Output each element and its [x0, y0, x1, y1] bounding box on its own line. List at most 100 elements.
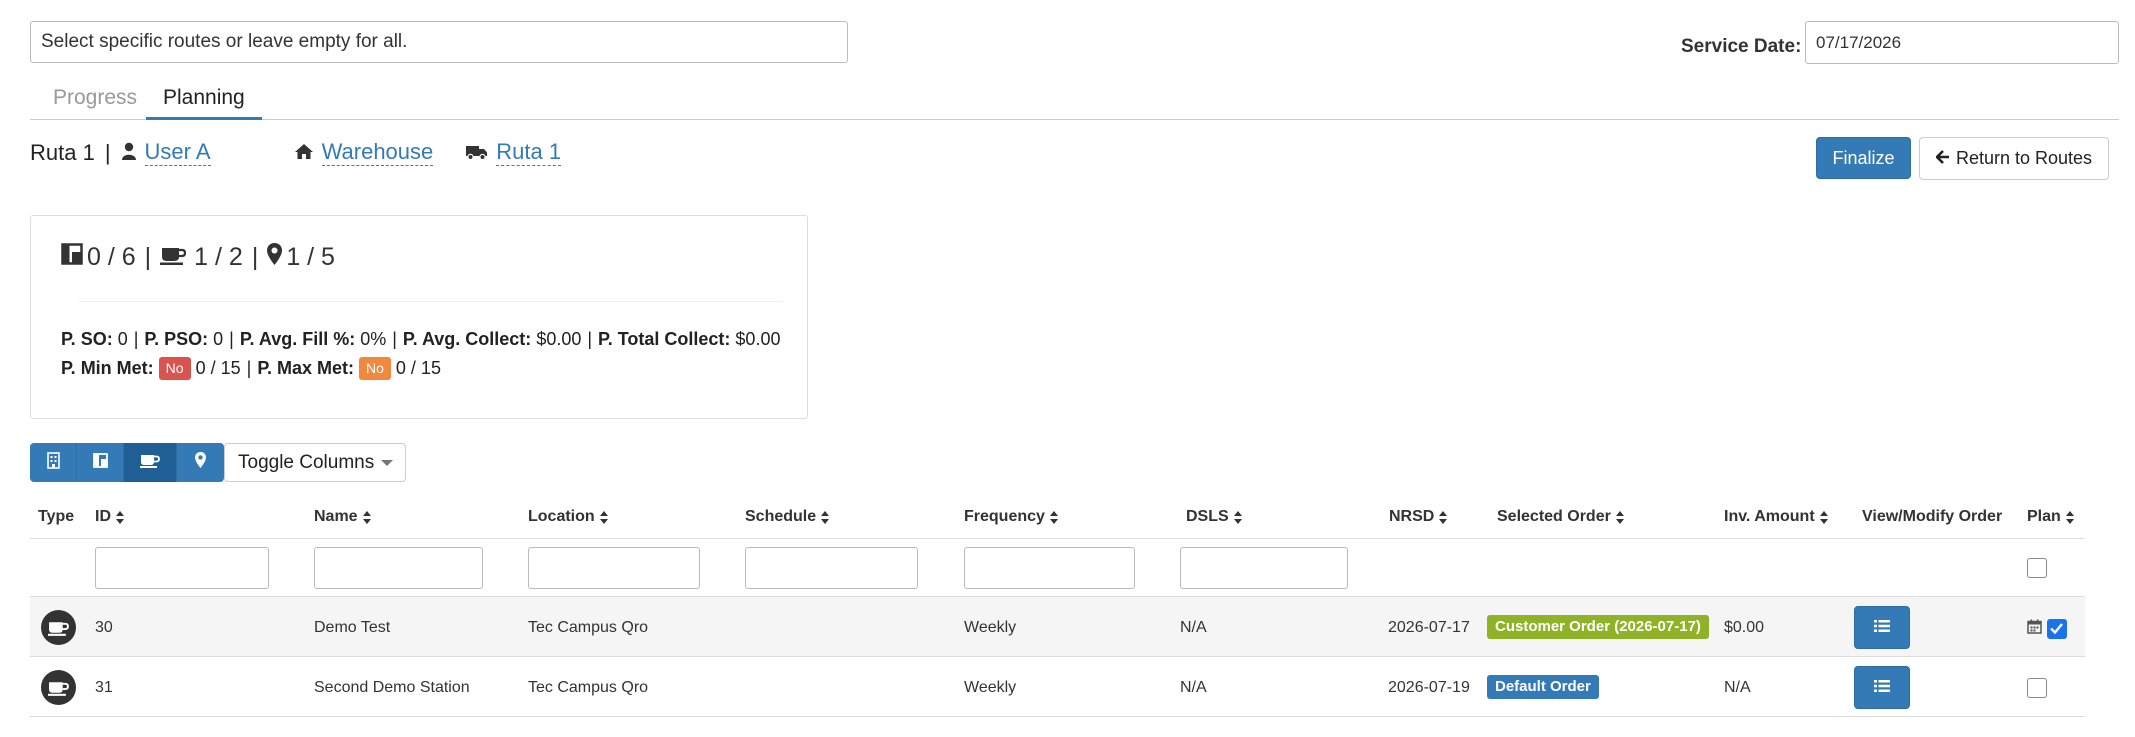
- cell-inv-amount: N/A: [1724, 679, 1751, 696]
- sort-icon: [362, 510, 371, 524]
- max-met-value: 0 / 15: [395, 358, 441, 378]
- min-met-badge: No: [158, 357, 191, 380]
- col-header-nrsd[interactable]: NRSD: [1389, 508, 1448, 526]
- map-marker-icon: [267, 243, 283, 272]
- view-map-button[interactable]: [177, 443, 224, 482]
- total-collect-value: $0.00: [735, 329, 781, 349]
- sort-icon: [1439, 510, 1448, 524]
- so-label: P. SO:: [61, 329, 113, 349]
- stats-line-1: P. SO: 0 | P. PSO: 0 | P. Avg. Fill %: 0…: [61, 329, 780, 350]
- stats-line-2: P. Min Met: No 0 / 15 | P. Max Met: No 0…: [61, 357, 441, 380]
- warehouse-link[interactable]: Warehouse: [321, 139, 434, 166]
- col-header-type-label: Type: [38, 508, 75, 525]
- col-header-dsls[interactable]: DSLS: [1186, 508, 1242, 526]
- pso-label: P. PSO:: [144, 329, 209, 349]
- filter-name-input[interactable]: [314, 547, 483, 589]
- routes-select-input[interactable]: [30, 21, 848, 63]
- avg-collect-label: P. Avg. Collect:: [402, 329, 532, 349]
- user-icon: [121, 140, 137, 166]
- col-header-plan-label: Plan: [2027, 508, 2061, 525]
- filter-location-input[interactable]: [528, 547, 700, 589]
- selected-order-badge: Default Order: [1487, 675, 1599, 699]
- route-user-link[interactable]: User A: [144, 139, 211, 166]
- stats-counts: 0 / 6 | 1 / 2 | 1 / 5: [61, 243, 335, 272]
- total-collect-label: P. Total Collect:: [598, 329, 731, 349]
- service-date-input[interactable]: [1805, 21, 2119, 64]
- finalize-button[interactable]: Finalize: [1816, 137, 1911, 179]
- col-header-name-label: Name: [314, 508, 358, 525]
- sort-icon: [2065, 510, 2074, 524]
- return-to-routes-button[interactable]: Return to Routes: [1919, 137, 2109, 180]
- cell-name: Second Demo Station: [314, 679, 470, 696]
- filter-dsls-input[interactable]: [1180, 547, 1348, 589]
- filter-id-input[interactable]: [95, 547, 269, 589]
- pso-value: 0: [213, 329, 224, 349]
- stats-divider: [79, 301, 783, 302]
- cell-id: 30: [95, 619, 113, 636]
- stats-separator: |: [144, 243, 152, 271]
- sort-icon: [599, 510, 608, 524]
- cell-frequency: Weekly: [964, 679, 1017, 696]
- building-icon: [46, 451, 60, 474]
- plan-select-all-checkbox[interactable]: [2027, 558, 2047, 578]
- table-row: 31 Second Demo Station Tec Campus Qro We…: [30, 657, 2085, 716]
- col-header-id[interactable]: ID: [95, 508, 124, 526]
- col-header-frequency[interactable]: Frequency: [964, 508, 1058, 526]
- plan-checkbox[interactable]: [2027, 678, 2047, 698]
- tab-planning[interactable]: Planning: [146, 86, 262, 120]
- col-header-schedule[interactable]: Schedule: [745, 508, 830, 526]
- planning-stats-panel: 0 / 6 | 1 / 2 | 1 / 5 P. SO: 0 | P. PSO:…: [30, 215, 808, 419]
- view-building-button[interactable]: [30, 443, 77, 482]
- col-header-plan[interactable]: Plan: [2027, 508, 2074, 526]
- col-header-schedule-label: Schedule: [745, 508, 817, 525]
- cell-dsls: N/A: [1180, 679, 1207, 696]
- stats-count-columns: 0 / 6: [87, 243, 136, 271]
- filter-schedule-input[interactable]: [745, 547, 918, 589]
- view-columns-button[interactable]: [77, 443, 124, 482]
- home-icon: [294, 140, 314, 166]
- stats-separator: |: [392, 329, 397, 349]
- col-header-id-label: ID: [95, 508, 111, 525]
- col-header-dsls-label: DSLS: [1186, 508, 1229, 525]
- plan-checkbox[interactable]: [2047, 619, 2067, 639]
- min-met-value: 0 / 15: [195, 358, 241, 378]
- coffee-icon: [41, 670, 76, 705]
- cell-nrsd: 2026-07-17: [1388, 619, 1470, 636]
- cell-inv-amount: $0.00: [1724, 619, 1765, 636]
- filter-frequency-input[interactable]: [964, 547, 1135, 589]
- view-modify-order-button[interactable]: [1854, 606, 1910, 649]
- col-header-type[interactable]: Type: [38, 508, 74, 526]
- col-header-inv-amount[interactable]: Inv. Amount: [1724, 508, 1828, 526]
- stats-separator: |: [251, 243, 259, 271]
- coffee-icon: [160, 243, 187, 272]
- so-value: 0: [117, 329, 128, 349]
- return-label: Return to Routes: [1955, 148, 2093, 168]
- list-icon: [1874, 618, 1890, 638]
- calendar-icon: [2027, 619, 2042, 639]
- vehicle-link[interactable]: Ruta 1: [496, 139, 562, 166]
- stats-separator: |: [133, 329, 139, 349]
- tab-bar: Progress Planning: [30, 82, 2119, 120]
- toggle-columns-dropdown[interactable]: Toggle Columns: [224, 443, 406, 482]
- max-met-label: P. Max Met:: [257, 358, 355, 378]
- col-header-location[interactable]: Location: [528, 508, 608, 526]
- check-icon: [2050, 623, 2063, 635]
- tab-progress[interactable]: Progress: [53, 86, 137, 120]
- col-header-name[interactable]: Name: [314, 508, 371, 526]
- view-modify-order-button[interactable]: [1854, 666, 1910, 709]
- col-header-inv-amount-label: Inv. Amount: [1724, 508, 1815, 525]
- col-header-selected-order[interactable]: Selected Order: [1497, 508, 1624, 526]
- sort-icon: [1049, 510, 1058, 524]
- view-coffee-button[interactable]: [124, 443, 177, 482]
- col-header-view-modify: View/Modify Order: [1862, 508, 2002, 526]
- map-marker-icon: [195, 452, 206, 473]
- route-info: Ruta 1 | User A Warehouse Ruta 1: [30, 139, 562, 166]
- table-row: 30 Demo Test Tec Campus Qro Weekly N/A 2…: [30, 597, 2085, 656]
- coffee-icon: [41, 610, 76, 645]
- cell-nrsd: 2026-07-19: [1388, 679, 1470, 696]
- sort-icon: [821, 510, 830, 524]
- sort-icon: [1819, 510, 1828, 524]
- stats-count-locations: 1 / 5: [286, 243, 335, 271]
- route-name: Ruta 1: [30, 139, 95, 165]
- row-divider: [30, 716, 2085, 717]
